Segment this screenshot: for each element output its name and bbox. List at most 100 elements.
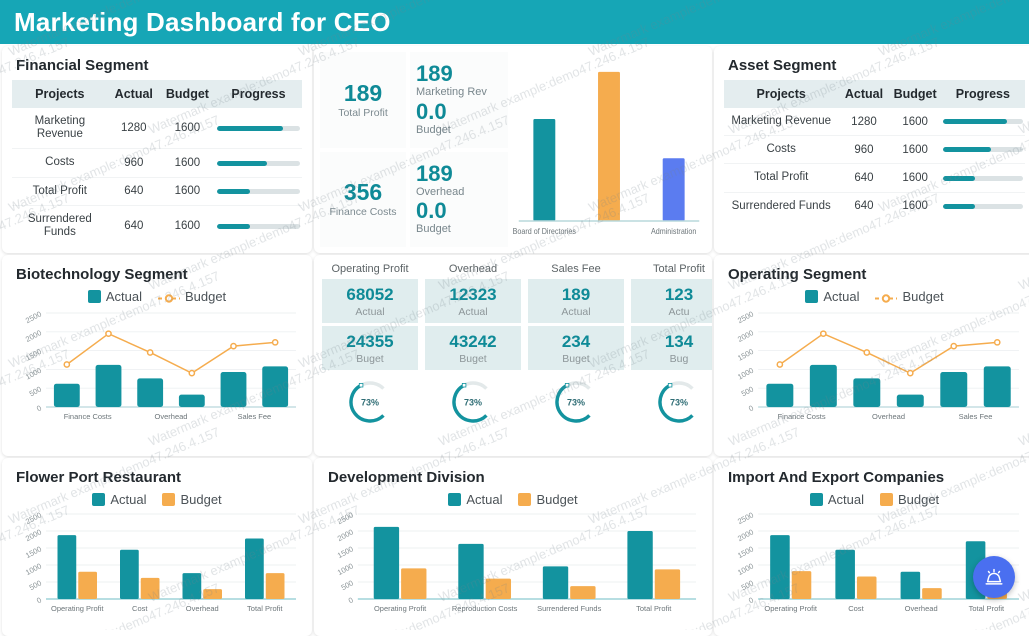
table-row[interactable]: Total Profit 640 1600	[12, 177, 302, 206]
progress-fill	[216, 160, 267, 166]
progress-bar	[942, 175, 1023, 181]
kpi-total-profit-value: 189	[343, 79, 383, 106]
svg-text:500: 500	[340, 578, 355, 592]
legend-line-icon	[157, 294, 180, 303]
svg-text:Overhead: Overhead	[186, 604, 219, 613]
flower-port-chart-svg[interactable]: 0 5001000150020002500 Operating Profit Cost…	[12, 508, 302, 616]
legend-item-budget[interactable]: Budget	[879, 492, 940, 507]
legend-swatch-budget	[875, 291, 898, 303]
kpi-card-actual-cell: 12323 Actual	[425, 279, 521, 323]
kpi-overview-wrap: 189 Total Profit 356 Finance Costs 189 M…	[320, 52, 706, 247]
kpi-card-total-profit[interactable]: Total Profit 123 Actu 134 Bug 73%	[631, 263, 712, 450]
kpi-finance-costs[interactable]: 356 Finance Costs	[320, 151, 406, 247]
alarm-fab-button[interactable]	[973, 556, 1015, 598]
progress-bar	[216, 223, 300, 229]
cell-budget: 1600	[159, 108, 215, 150]
progress-bar	[216, 160, 300, 166]
svg-text:500: 500	[28, 385, 43, 399]
legend-item-actual[interactable]: Actual	[448, 492, 502, 507]
cell-budget: 1600	[889, 135, 941, 165]
legend-label-budget: Budget	[902, 289, 944, 304]
cell-actual: 640	[124, 220, 144, 233]
cell-actual: 640	[854, 200, 874, 213]
cell-project: Marketing Revenue	[724, 108, 839, 137]
cell-actual: 640	[107, 177, 160, 206]
svg-text:Sales Fee: Sales Fee	[237, 412, 271, 421]
svg-text:500: 500	[740, 385, 755, 399]
kpi-card-actual-cell: 189 Actual	[528, 279, 624, 323]
development-chart-svg[interactable]: 0 5001000150020002500 Operating Profit Repr…	[324, 508, 702, 616]
svg-text:0: 0	[747, 403, 755, 413]
table-row[interactable]: Costs 960 1600	[12, 148, 302, 178]
legend-item-actual[interactable]: Actual	[809, 492, 864, 507]
table-row[interactable]: Surrendered Funds 640 1600	[724, 192, 1025, 220]
kpi-card-actual-label: Actual	[561, 306, 591, 318]
cell-actual: 640	[838, 163, 890, 193]
kpi-card-operating-profit[interactable]: Operating Profit 68052 Actual 24355 Buge…	[322, 263, 418, 450]
svg-text:Finance Costs: Finance Costs	[64, 412, 112, 421]
svg-text:2000: 2000	[336, 527, 355, 543]
development-division-title: Development Division	[328, 469, 485, 486]
kpi-card-budget-value: 43242	[449, 332, 497, 351]
legend-item-budget[interactable]: Budget	[157, 289, 226, 304]
legend-item-actual[interactable]: Actual	[87, 289, 142, 304]
cell-project: Surrendered Funds	[731, 199, 831, 212]
svg-text:73%: 73%	[670, 398, 688, 408]
asset-segment-title: Asset Segment	[728, 57, 837, 74]
legend-swatch-actual	[805, 290, 819, 303]
panel-operating-segment: Operating Segment Actual Budget 0 500 1000…	[714, 255, 1029, 456]
kpi-card-title: Overhead	[448, 263, 498, 275]
progress-bar	[216, 125, 300, 131]
cell-budget: 1600	[174, 220, 201, 233]
kpi-overhead[interactable]: 189 Overhead 0.0 Budget	[410, 151, 508, 247]
operating-chart-svg[interactable]: 0 500 1000 1500 2000 2500 Finance Costs Overhea…	[724, 305, 1025, 425]
cell-budget: 1600	[889, 108, 941, 137]
svg-text:1500: 1500	[24, 544, 43, 560]
cell-actual: 960	[838, 135, 890, 165]
kpi-total-profit[interactable]: 189 Total Profit	[320, 52, 406, 148]
svg-text:73%: 73%	[361, 398, 379, 408]
dashboard-grid: Financial Segment Projects Actual Budget…	[0, 44, 1029, 636]
cell-progress	[940, 163, 1025, 193]
table-row[interactable]: Surrendered Funds 640 1600	[12, 205, 302, 246]
kpi-marketing-rev-value: 189	[416, 61, 453, 87]
table-row[interactable]: Marketing Revenue 1280 1600	[724, 108, 1025, 137]
cell-progress	[215, 205, 302, 246]
svg-text:73%: 73%	[464, 398, 482, 408]
svg-text:2500: 2500	[24, 309, 43, 325]
svg-text:Administration: Administration	[651, 226, 696, 236]
cell-project: Surrendered Funds	[27, 212, 92, 239]
kpi-card-budget-cell: 24355 Buget	[322, 326, 418, 370]
kpi-overhead-budget-label: Budget	[416, 223, 451, 235]
progress-bar	[942, 147, 1023, 153]
import-export-title: Import And Export Companies	[728, 469, 945, 486]
legend-label-actual: Actual	[105, 289, 142, 304]
top-center-bar-chart[interactable]: Board of Directories Administration	[512, 52, 706, 247]
cell-progress	[940, 108, 1025, 137]
biotechnology-chart-svg[interactable]: 0 500 1000 1500 2000 2500 Finance Costs Overhea…	[12, 305, 302, 425]
kpi-card-budget-label: Bug	[669, 353, 689, 365]
progress-fill	[216, 223, 251, 229]
kpi-card-overhead[interactable]: Overhead 12323 Actual 43242 Buget 73%	[425, 263, 521, 450]
kpi-marketing-rev[interactable]: 189 Marketing Rev 0.0 Budget	[410, 52, 508, 148]
table-row[interactable]: Total Profit 640 1600	[724, 163, 1025, 193]
svg-text:0: 0	[35, 595, 43, 605]
legend-label-budget: Budget	[897, 492, 940, 507]
table-row[interactable]: Marketing Revenue 1280 1600	[12, 108, 302, 150]
legend-item-budget[interactable]: Budget	[875, 289, 944, 304]
legend-item-actual[interactable]: Actual	[805, 289, 859, 304]
svg-text:2500: 2500	[736, 309, 755, 325]
legend-swatch-budget	[518, 493, 532, 506]
kpi-card-budget-cell: 134 Bug	[631, 326, 712, 370]
top-center-bar-chart-svg: Board of Directories Administration	[513, 71, 700, 236]
legend-item-actual[interactable]: Actual	[92, 492, 146, 507]
table-row[interactable]: Costs 960 1600	[724, 135, 1025, 165]
financial-segment-title: Financial Segment	[16, 57, 149, 74]
kpi-card-sales-fee[interactable]: Sales Fee 189 Actual 234 Buget 73%	[528, 263, 624, 450]
page-title: Marketing Dashboard for CEO	[14, 6, 391, 37]
asset-segment-body: Marketing Revenue 1280 1600 Costs 960 16…	[724, 108, 1025, 220]
legend-item-budget[interactable]: Budget	[162, 492, 222, 507]
dashboard-header: Marketing Dashboard for CEO	[0, 0, 1029, 44]
svg-text:0: 0	[347, 595, 355, 605]
legend-item-budget[interactable]: Budget	[518, 492, 578, 507]
